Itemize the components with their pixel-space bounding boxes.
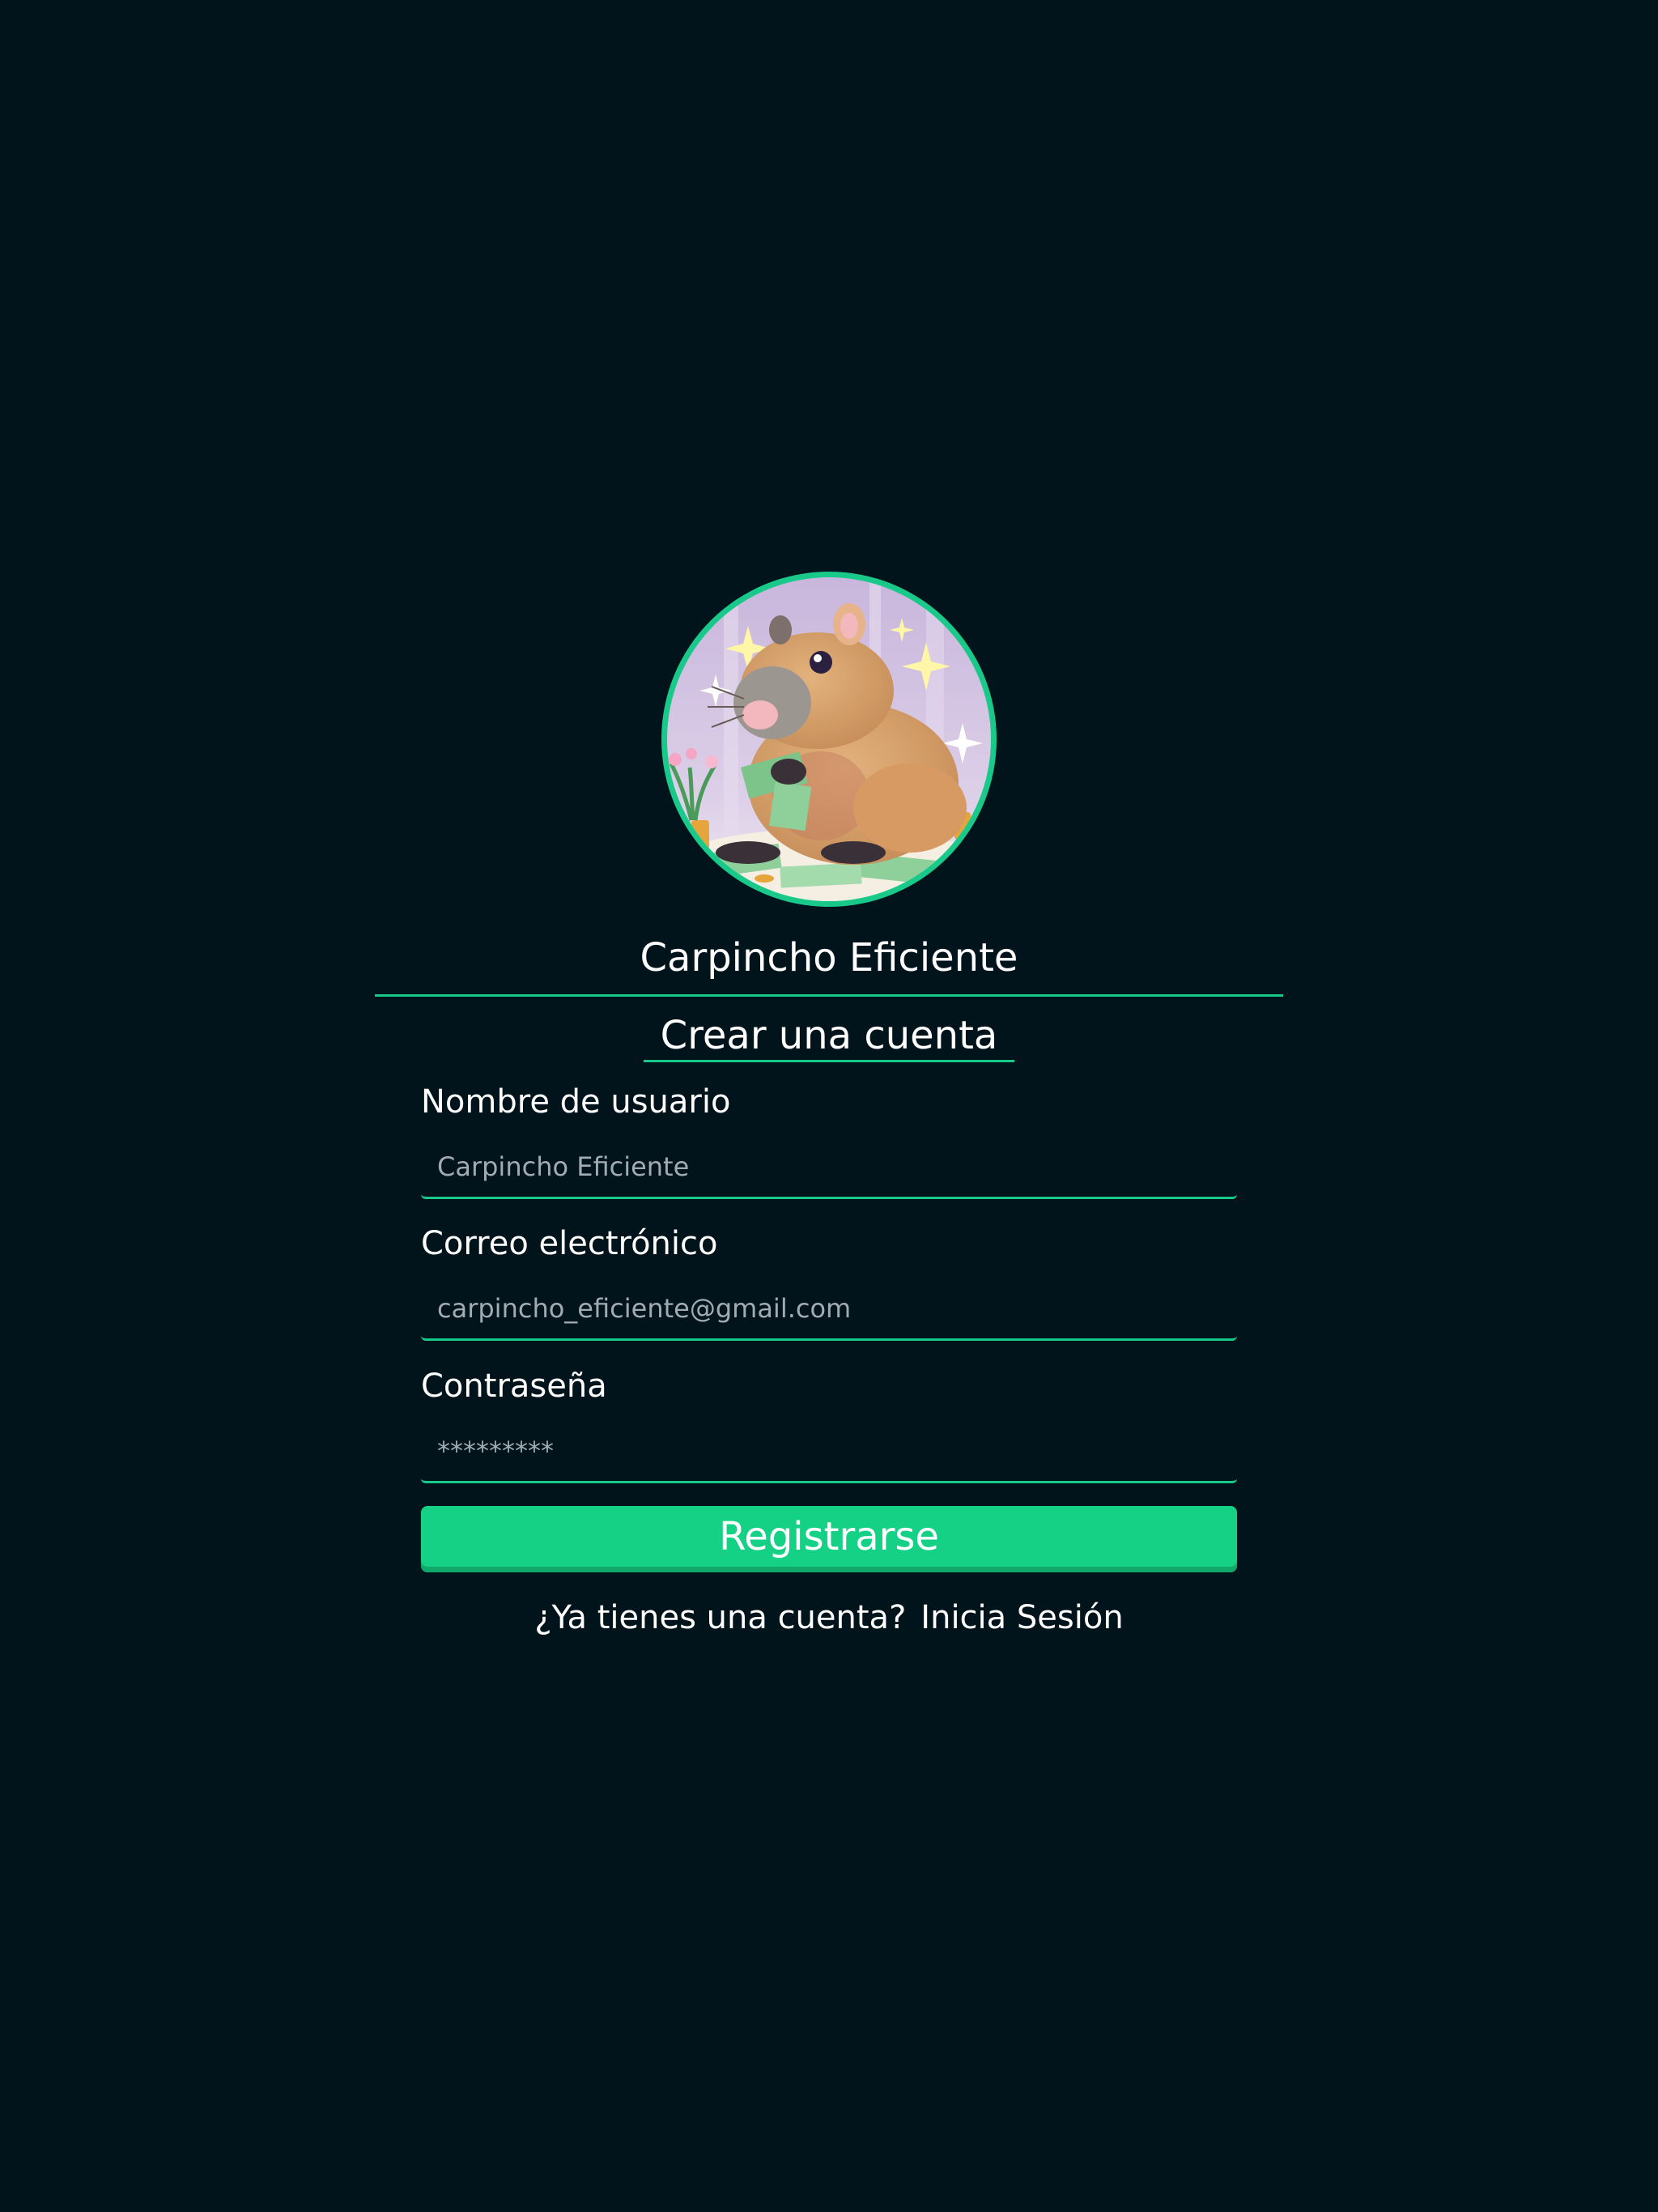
login-question: ¿Ya tienes una cuenta? [534,1599,907,1636]
login-prompt: ¿Ya tienes una cuenta? Inicia Sesión [0,1593,1658,1642]
username-input[interactable] [421,1136,1237,1199]
form-title-underline [644,1060,1014,1062]
email-input[interactable] [421,1278,1237,1341]
username-label: Nombre de usuario [421,1083,731,1121]
password-input[interactable] [421,1420,1237,1483]
password-label: Contraseña [421,1368,607,1405]
avatar [661,572,997,907]
form-title: Crear una cuenta [660,1013,998,1058]
email-label: Correo electrónico [421,1225,718,1262]
header-divider [375,994,1283,997]
app-name: Carpincho Eficiente [640,935,1018,981]
register-button[interactable]: Registrarse [421,1506,1237,1572]
login-link[interactable]: Inicia Sesión [920,1599,1123,1636]
capybara-illustration-icon [667,577,991,901]
signup-page: Carpincho Eficiente Crear una cuenta Nom… [0,0,1658,2212]
